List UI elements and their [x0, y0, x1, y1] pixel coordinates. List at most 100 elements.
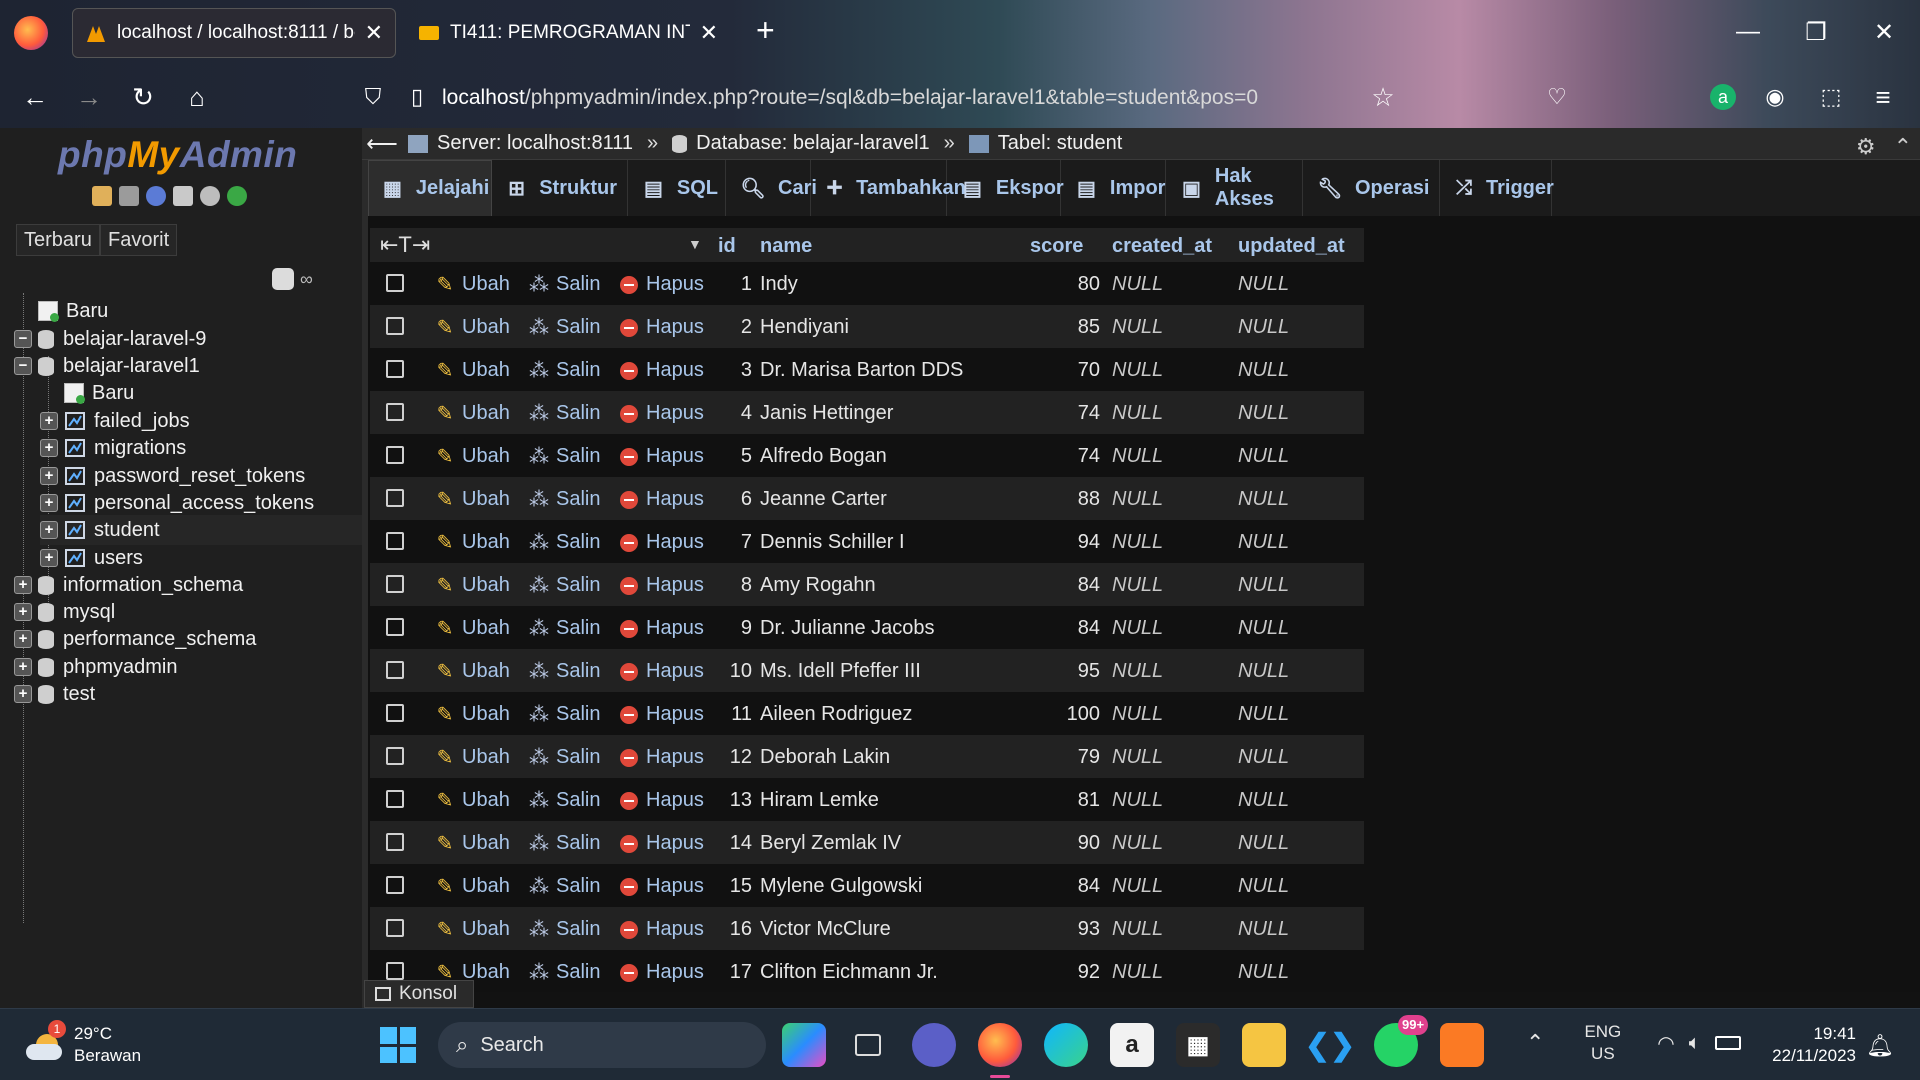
copy-link[interactable]: ⁂ Salin — [528, 746, 600, 769]
column-header-id[interactable]: id — [718, 235, 736, 258]
cell-name[interactable]: Janis Hettinger — [760, 402, 893, 425]
row-checkbox[interactable] — [386, 661, 404, 679]
cell-id[interactable]: 4 — [712, 402, 752, 425]
copy-link[interactable]: ⁂ Salin — [528, 445, 600, 468]
cell-name[interactable]: Aileen Rodriguez — [760, 703, 912, 726]
cell-name[interactable]: Dr. Marisa Barton DDS — [760, 359, 963, 382]
copy-link[interactable]: ⁂ Salin — [528, 875, 600, 898]
sort-dropdown-icon[interactable]: ▼ — [688, 236, 702, 252]
edit-link[interactable]: ✎ Ubah — [434, 617, 510, 640]
cell-id[interactable]: 3 — [712, 359, 752, 382]
file-explorer-icon[interactable] — [1242, 1023, 1286, 1067]
edit-link[interactable]: ✎ Ubah — [434, 875, 510, 898]
copy-link[interactable]: ⁂ Salin — [528, 660, 600, 683]
tab-sql[interactable]: ▤ SQL — [630, 160, 726, 216]
delete-link[interactable]: Hapus — [618, 789, 704, 812]
row-checkbox[interactable] — [386, 489, 404, 507]
tree-item-information-schema[interactable]: + information_schema — [14, 570, 362, 600]
refresh-icon[interactable] — [227, 186, 247, 206]
copy-link[interactable]: ⁂ Salin — [528, 273, 600, 296]
breadcrumb-table[interactable]: Tabel: student — [968, 132, 1122, 155]
cell-score[interactable]: 70 — [1038, 359, 1100, 382]
cell-created-at[interactable]: NULL — [1112, 402, 1163, 425]
row-checkbox[interactable] — [386, 833, 404, 851]
extension-a-icon[interactable]: a — [1706, 80, 1740, 114]
tree-item-personal-access-tokens[interactable]: + personal_access_tokens — [40, 488, 362, 518]
cell-id[interactable]: 10 — [712, 660, 752, 683]
copy-link[interactable]: ⁂ Salin — [528, 574, 600, 597]
tab-ekspor[interactable]: ▤ Ekspor — [949, 160, 1064, 216]
edit-link[interactable]: ✎ Ubah — [434, 660, 510, 683]
cell-created-at[interactable]: NULL — [1112, 531, 1163, 554]
collapse-top-icon[interactable]: ⌃ — [1894, 134, 1912, 160]
tree-item-failed-jobs[interactable]: + failed_jobs — [40, 406, 362, 436]
cell-updated-at[interactable]: NULL — [1238, 746, 1289, 769]
cell-created-at[interactable]: NULL — [1112, 488, 1163, 511]
cell-updated-at[interactable]: NULL — [1238, 789, 1289, 812]
settings-gear-icon[interactable]: ⚙ — [1856, 134, 1876, 160]
copy-link[interactable]: ⁂ Salin — [528, 316, 600, 339]
reload-icon[interactable]: ↻ — [126, 80, 160, 114]
tree-item-migrations[interactable]: + migrations — [40, 433, 362, 463]
column-header-score[interactable]: score — [1030, 235, 1083, 258]
collapse-icon[interactable]: − — [14, 357, 32, 375]
cell-created-at[interactable]: NULL — [1112, 832, 1163, 855]
cell-created-at[interactable]: NULL — [1112, 273, 1163, 296]
tab-tambahkan[interactable]: ➕︎ Tambahkan — [813, 160, 966, 216]
copy-link[interactable]: ⁂ Salin — [528, 703, 600, 726]
cell-updated-at[interactable]: NULL — [1238, 402, 1289, 425]
cell-updated-at[interactable]: NULL — [1238, 359, 1289, 382]
edit-link[interactable]: ✎ Ubah — [434, 574, 510, 597]
firefox-menu-icon[interactable] — [14, 16, 48, 50]
delete-link[interactable]: Hapus — [618, 574, 704, 597]
tree-item-password-reset-tokens[interactable]: + password_reset_tokens — [40, 461, 362, 491]
copy-link[interactable]: ⁂ Salin — [528, 359, 600, 382]
cell-name[interactable]: Clifton Eichmann Jr. — [760, 961, 938, 984]
column-resize-icon[interactable]: ⇤T⇥ — [380, 232, 430, 258]
cell-id[interactable]: 9 — [712, 617, 752, 640]
edit-link[interactable]: ✎ Ubah — [434, 359, 510, 382]
cell-name[interactable]: Ms. Idell Pfeffer III — [760, 660, 921, 683]
edit-link[interactable]: ✎ Ubah — [434, 273, 510, 296]
back-icon[interactable]: ← — [18, 80, 52, 114]
help-icon[interactable] — [146, 186, 166, 206]
cell-created-at[interactable]: NULL — [1112, 445, 1163, 468]
copy-link[interactable]: ⁂ Salin — [528, 402, 600, 425]
copy-link[interactable]: ⁂ Salin — [528, 918, 600, 941]
collapse-all-icon[interactable] — [272, 268, 294, 290]
expand-icon[interactable]: + — [40, 549, 58, 567]
cell-created-at[interactable]: NULL — [1112, 316, 1163, 339]
cell-name[interactable]: Hendiyani — [760, 316, 849, 339]
firefox-taskbar-icon[interactable] — [978, 1023, 1022, 1067]
expand-icon[interactable]: + — [14, 685, 32, 703]
cell-id[interactable]: 6 — [712, 488, 752, 511]
tab-phpmyadmin[interactable]: localhost / localhost:8111 / bela ✕ — [72, 8, 396, 58]
row-checkbox[interactable] — [386, 790, 404, 808]
docs-icon[interactable] — [173, 186, 193, 206]
copy-link[interactable]: ⁂ Salin — [528, 832, 600, 855]
cell-id[interactable]: 5 — [712, 445, 752, 468]
row-checkbox[interactable] — [386, 317, 404, 335]
column-header-updated-at[interactable]: updated_at — [1238, 235, 1345, 258]
cell-id[interactable]: 12 — [712, 746, 752, 769]
copilot-icon[interactable] — [782, 1023, 826, 1067]
volume-icon[interactable]: 🔈︎ — [1689, 1032, 1701, 1055]
tree-item-belajar-laravel-9[interactable]: − belajar-laravel-9 — [14, 324, 362, 354]
row-checkbox[interactable] — [386, 446, 404, 464]
row-checkbox[interactable] — [386, 360, 404, 378]
taskbar-search[interactable]: ⌕ Search — [438, 1022, 766, 1068]
delete-link[interactable]: Hapus — [618, 359, 704, 382]
cell-score[interactable]: 74 — [1038, 445, 1100, 468]
copy-link[interactable]: ⁂ Salin — [528, 617, 600, 640]
expand-icon[interactable]: + — [14, 576, 32, 594]
tree-item-performance-schema[interactable]: + performance_schema — [14, 624, 362, 654]
cell-id[interactable]: 11 — [712, 703, 752, 726]
cell-name[interactable]: Deborah Lakin — [760, 746, 890, 769]
weather-widget[interactable]: 1 29°C Berawan — [26, 1020, 141, 1067]
delete-link[interactable]: Hapus — [618, 273, 704, 296]
cell-score[interactable]: 90 — [1038, 832, 1100, 855]
edit-link[interactable]: ✎ Ubah — [434, 832, 510, 855]
clock[interactable]: 19:41 22/11/2023 — [1760, 1023, 1856, 1067]
cell-name[interactable]: Beryl Zemlak IV — [760, 832, 901, 855]
forward-icon[interactable]: → — [72, 80, 106, 114]
